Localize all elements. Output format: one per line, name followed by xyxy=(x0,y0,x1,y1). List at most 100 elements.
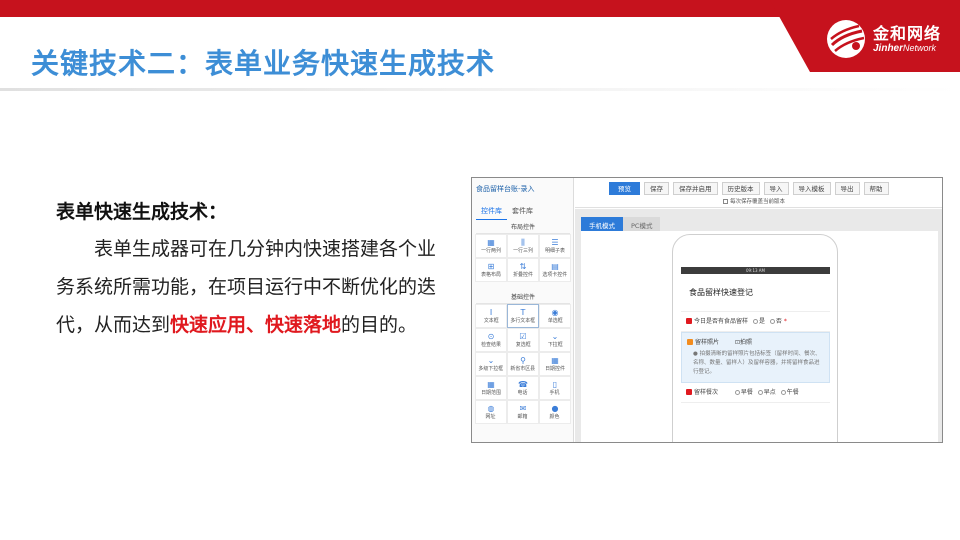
toolbar-buttons: 预览 保存 保存并启用 历史版本 导入 导入模板 导出 帮助 xyxy=(609,182,893,195)
radio-morning-snack[interactable] xyxy=(757,390,763,395)
text-icon: I xyxy=(489,307,493,317)
control-color[interactable]: ● 颜色 xyxy=(539,400,571,424)
control-label: 日期范围 xyxy=(481,389,501,396)
form-field-meal[interactable]: 留样餐次 早餐 早点 午餐 xyxy=(681,383,830,403)
control-text[interactable]: I 文本框 xyxy=(475,304,507,328)
field-label: 留样照片 xyxy=(695,339,720,346)
basic-controls-grid: I 文本框 T 多行文本框 ◉ 单选框 ⊙ 检查结果 ☑ 复选框 ⌄ 下拉框 ⌄ 多级下拉框 … xyxy=(475,304,571,424)
location-icon: ⚲ xyxy=(520,355,526,365)
logo-en-text: JinherNetwork xyxy=(873,43,936,54)
photo-hint: ● 拍摄清晰的留样照片包括标签（留样时间、餐次、名称、数量、留样人）及留样容器，… xyxy=(687,350,824,377)
control-date-range[interactable]: ▦ 日期范围 xyxy=(475,376,507,400)
control-phone[interactable]: ☎ 电话 xyxy=(507,376,539,400)
window-title: 食品留样台账-录入 xyxy=(476,185,535,193)
control-label: 明细子表 xyxy=(545,247,565,254)
control-date[interactable]: ▦ 日期控件 xyxy=(539,352,571,376)
radio-yes[interactable] xyxy=(752,319,758,324)
check-result-icon: ⊙ xyxy=(487,331,495,341)
sidebar-tabs: 控件库 套件库 xyxy=(476,203,538,220)
control-label: 表格布局 xyxy=(481,271,501,278)
control-label: 日期控件 xyxy=(545,365,565,372)
control-email[interactable]: ✉ 邮箱 xyxy=(507,400,539,424)
required-checkbox-icon xyxy=(686,389,692,395)
control-label: 复选框 xyxy=(515,341,531,348)
help-button[interactable]: 帮助 xyxy=(863,182,889,195)
control-label: 一行两列 xyxy=(481,247,501,254)
control-multi-dropdown[interactable]: ⌄ 多级下拉框 xyxy=(475,352,507,376)
control-label: 下拉框 xyxy=(547,341,563,348)
table-layout-icon: ⊞ xyxy=(487,261,495,271)
control-checkbox[interactable]: ☑ 复选框 xyxy=(507,328,539,352)
radio-yes-label: 是 xyxy=(758,318,765,325)
control-one-row-three-col[interactable]: ⫼ 一行三列 xyxy=(507,234,539,258)
option-label: 午餐 xyxy=(786,389,799,396)
control-dropdown[interactable]: ⌄ 下拉框 xyxy=(539,328,571,352)
body-tail: 的目的。 xyxy=(341,314,418,336)
control-sidebar: 食品留样台账-录入 控件库 套件库 布局控件 ▦ 一行两列 ⫼ 一行三列 ☰ 明细子表… xyxy=(472,178,574,442)
form-builder-screenshot: 食品留样台账-录入 控件库 套件库 布局控件 ▦ 一行两列 ⫼ 一行三列 ☰ 明细子表… xyxy=(471,177,943,443)
jinher-logo-icon xyxy=(826,19,866,59)
save-and-enable-button[interactable]: 保存并启用 xyxy=(673,182,718,195)
autosave-checkbox[interactable]: 每次保存覆盖当前版本 xyxy=(723,197,785,205)
control-radio[interactable]: ◉ 单选框 xyxy=(539,304,571,328)
radio-breakfast[interactable] xyxy=(734,390,740,395)
control-tabs[interactable]: ▤ 选项卡控件 xyxy=(539,258,571,282)
columns-icon: ⫼ xyxy=(521,237,525,247)
basic-group-heading: 基础控件 xyxy=(476,292,570,304)
control-multiline-text[interactable]: T 多行文本框 xyxy=(507,304,539,328)
autosave-label: 每次保存覆盖当前版本 xyxy=(730,199,786,205)
export-button[interactable]: 导出 xyxy=(834,182,860,195)
form-title: 食品留样快速登记 xyxy=(681,274,830,312)
control-label: 颜色 xyxy=(550,413,560,420)
option-label: 早点 xyxy=(763,389,776,396)
mobile-canvas: 09:13 AM 食品留样快速登记 今日是否有食品留样 是 否 * 留样照片 ⊡… xyxy=(581,231,938,442)
control-label: 选项卡控件 xyxy=(542,271,568,278)
phone-icon: ☎ xyxy=(518,379,528,389)
logo-cn-text: 金和网络 xyxy=(873,24,942,43)
required-checkbox-icon xyxy=(686,318,692,324)
form-field-sample-photo[interactable]: 留样照片 ⊡拍照 ● 拍摄清晰的留样照片包括标签（留样时间、餐次、名称、数量、留… xyxy=(681,332,830,383)
import-template-button[interactable]: 导入模板 xyxy=(792,182,831,195)
control-one-row-two-col[interactable]: ▦ 一行两列 xyxy=(475,234,507,258)
color-icon: ● xyxy=(551,403,559,413)
title-divider xyxy=(0,88,960,91)
design-canvas: 手机模式 PC模式 09:13 AM 食品留样快速登记 今日是否有食品留样 是 … xyxy=(575,209,942,442)
field-label: 今日是否有食品留样 xyxy=(694,318,749,325)
photo-hint-text: 拍摄清晰的留样照片包括标签（留样时间、餐次、名称、数量、留样人）及留样容器，并将… xyxy=(693,351,821,375)
radio-no-label: 否 xyxy=(775,318,782,325)
phone-screen: 09:13 AM 食品留样快速登记 今日是否有食品留样 是 否 * 留样照片 ⊡… xyxy=(681,267,830,442)
control-url[interactable]: ◍ 网址 xyxy=(475,400,507,424)
radio-no[interactable] xyxy=(769,319,775,324)
tab-control-library[interactable]: 控件库 xyxy=(476,203,507,220)
control-check-result[interactable]: ⊙ 检查结果 xyxy=(475,328,507,352)
toolbar: 预览 保存 保存并启用 历史版本 导入 导入模板 导出 帮助 每次保存覆盖当前版… xyxy=(575,178,942,208)
control-fold[interactable]: ⇅ 折叠控件 xyxy=(507,258,539,282)
tab-suite-library[interactable]: 套件库 xyxy=(507,203,538,220)
mail-icon: ✉ xyxy=(519,403,527,413)
control-detail-subtable[interactable]: ☰ 明细子表 xyxy=(539,234,571,258)
save-button[interactable]: 保存 xyxy=(644,182,669,195)
control-region[interactable]: ⚲ 新省市区县 xyxy=(507,352,539,376)
date-icon: ▦ xyxy=(551,355,559,365)
section-heading: 表单快速生成技术： xyxy=(56,201,228,223)
control-label: 电话 xyxy=(518,389,528,396)
photo-action-label[interactable]: 拍照 xyxy=(740,339,752,346)
import-button[interactable]: 导入 xyxy=(763,182,789,195)
grid-icon: ▦ xyxy=(487,237,495,247)
field-label: 留样餐次 xyxy=(694,389,719,396)
form-field-today-sample[interactable]: 今日是否有食品留样 是 否 * xyxy=(681,312,830,332)
control-label: 单选框 xyxy=(547,317,563,324)
control-label: 邮箱 xyxy=(518,413,528,420)
multi-dropdown-icon: ⌄ xyxy=(487,355,495,365)
control-label: 检查结果 xyxy=(481,341,501,348)
radio-lunch[interactable] xyxy=(780,390,786,395)
control-label: 文本框 xyxy=(483,317,499,324)
control-mobile[interactable]: ▯ 手机 xyxy=(539,376,571,400)
preview-button[interactable]: 预览 xyxy=(609,182,640,195)
history-button[interactable]: 历史版本 xyxy=(721,182,760,195)
control-label: 折叠控件 xyxy=(513,271,533,278)
checkbox-icon xyxy=(723,199,728,204)
control-table-layout[interactable]: ⊞ 表格布局 xyxy=(475,258,507,282)
body-highlight: 快速应用、快速落地 xyxy=(170,314,342,336)
logo-en-bold: Jinher xyxy=(873,43,904,54)
